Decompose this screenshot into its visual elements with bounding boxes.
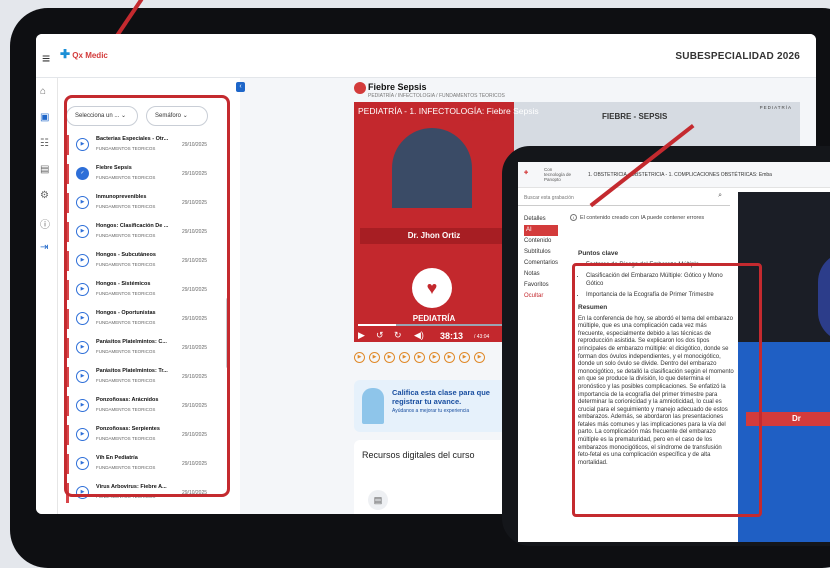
slide-title: FIEBRE - SEPSIS: [602, 112, 668, 121]
panopto-breadcrumb[interactable]: 1. OBSTETRICIA › OBSTETRICIA - 1. COMPLI…: [588, 172, 772, 178]
rating-card[interactable]: Califica esta clase para que registrar t…: [354, 380, 520, 432]
sepsis-tag: SEPSIS: [470, 116, 496, 123]
icon-rail: ⌂ ▣ ☷ ▤ ⚙ ⓘ ⇥: [36, 78, 58, 514]
book-icon[interactable]: ▤: [40, 164, 49, 175]
current-time: 38:13: [440, 331, 464, 341]
info-icon[interactable]: ⓘ: [40, 216, 50, 231]
menu-icon[interactable]: ≡: [42, 50, 50, 66]
chapter-play-icon[interactable]: ▶: [459, 352, 470, 363]
doctor-image: [392, 128, 472, 208]
course-avatar: [354, 82, 366, 94]
document-icon[interactable]: ▤: [368, 490, 388, 510]
logout-icon[interactable]: ⇥: [40, 242, 48, 253]
slide-tag: PEDIATRÍA: [759, 105, 792, 110]
progress-fill: [358, 324, 396, 326]
chapter-play-icon[interactable]: ▶: [384, 352, 395, 363]
highlight-box-right: [572, 263, 762, 517]
nav-ai-summary[interactable]: AI Summary: [524, 225, 558, 244]
nav-subtitles[interactable]: Subtítulos: [524, 247, 558, 258]
play-icon[interactable]: ▶: [358, 330, 365, 341]
nav-details[interactable]: Detalles: [524, 214, 558, 225]
panopto-topbar: ✚ Con tecnología de Panopto 1. OBSTETRIC…: [518, 162, 830, 188]
key-points-title: Puntos clave: [578, 250, 619, 257]
panopto-tech: Con tecnología de Panopto: [544, 167, 572, 182]
logo[interactable]: ✚ Qx Medic: [60, 47, 108, 61]
nav-notes[interactable]: Notas: [524, 269, 558, 280]
presenter-image: [818, 252, 830, 342]
top-bar: ≡ ✚ Qx Medic SUBESPECIALIDAD 2026: [36, 34, 816, 78]
chapter-play-icon[interactable]: ▶: [414, 352, 425, 363]
chapter-play-icon[interactable]: ▶: [399, 352, 410, 363]
collapse-panel-button[interactable]: ‹: [236, 82, 245, 92]
nav-content[interactable]: Contenido: [524, 236, 558, 247]
rewind-icon[interactable]: ↺: [376, 330, 384, 341]
users-icon[interactable]: ☷: [40, 138, 49, 149]
recording-search[interactable]: Buscar esta grabación ⌕: [518, 192, 730, 206]
nav-comments[interactable]: Comentarios: [524, 258, 558, 269]
chapter-play-icon[interactable]: ▶: [444, 352, 455, 363]
search-icon[interactable]: ⌕: [718, 192, 722, 200]
home-icon[interactable]: ⌂: [40, 86, 46, 97]
nurse-illustration: [362, 388, 384, 424]
rating-sub: Ayúdanos a mejorar tu experiencia: [392, 408, 470, 414]
specialty-title: SUBESPECIALIDAD 2026: [675, 51, 800, 62]
volume-icon[interactable]: ◀): [414, 330, 424, 341]
chapter-play-icon[interactable]: ▶: [429, 352, 440, 363]
highlight-box-left: [64, 95, 230, 497]
video-title: Fiebre Sepsis: [368, 82, 427, 92]
forward-icon[interactable]: ↻: [394, 330, 402, 341]
video-breadcrumb: PEDIATRÍA / INFECTOLOGIA / FUNDAMENTOS T…: [368, 93, 505, 99]
doctor-name: Dr. Jhon Ortiz: [360, 228, 508, 244]
chapter-play-icon[interactable]: ▶: [354, 352, 365, 363]
video-left-panel: Dr. Jhon Ortiz ♥ PEDIATRÍA: [354, 102, 514, 342]
nav-favorites[interactable]: Favoritos: [524, 280, 558, 291]
qx-logo: ✚: [524, 170, 529, 176]
ai-warning: i El contenido creado con IA puede conten…: [570, 214, 730, 222]
chapter-play-icon[interactable]: ▶: [369, 352, 380, 363]
pediatrics-icon: ♥: [412, 268, 452, 308]
video-overlay-title: PEDIATRÍA - 1. INFECTOLOGÍA: Fiebre Seps…: [358, 106, 539, 116]
nav-hide[interactable]: Ocultar: [524, 291, 558, 302]
courses-icon[interactable]: ▣: [40, 112, 49, 123]
info-icon: i: [570, 214, 577, 221]
panopto-nav: Detalles AI Summary Contenido Subtítulos…: [524, 214, 558, 302]
chapter-play-icon[interactable]: ▶: [474, 352, 485, 363]
resources-heading: Recursos digitales del curso: [362, 450, 475, 460]
gear-icon[interactable]: ⚙: [40, 190, 49, 201]
duration: / 43:04: [474, 334, 490, 340]
